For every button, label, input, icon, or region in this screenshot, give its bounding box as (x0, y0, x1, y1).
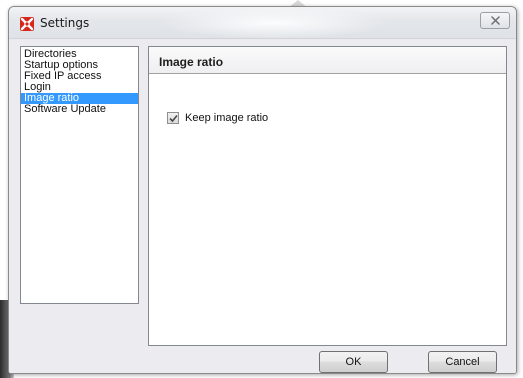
keep-image-ratio-label: Keep image ratio (185, 112, 269, 124)
panel-title: Image ratio (159, 55, 224, 69)
cancel-button[interactable]: Cancel (428, 351, 497, 373)
window-title: Settings (40, 16, 90, 30)
ok-button[interactable]: OK (319, 351, 388, 373)
nav-item-software-update[interactable]: Software Update (21, 104, 138, 115)
settings-dialog: Settings Directories Startup options Fix… (8, 6, 517, 374)
title-bar[interactable]: Settings (9, 7, 516, 39)
settings-app-icon (19, 16, 35, 32)
dialog-body: Directories Startup options Fixed IP acc… (9, 40, 516, 373)
keep-image-ratio-row[interactable]: Keep image ratio (167, 112, 268, 124)
settings-category-list[interactable]: Directories Startup options Fixed IP acc… (20, 46, 139, 304)
checkmark-icon (168, 114, 178, 122)
close-icon (490, 16, 500, 25)
keep-image-ratio-checkbox[interactable] (167, 112, 179, 124)
close-button[interactable] (480, 12, 510, 29)
settings-panel: Image ratio Keep image ratio (148, 46, 507, 346)
title-bar-glow (159, 7, 389, 39)
